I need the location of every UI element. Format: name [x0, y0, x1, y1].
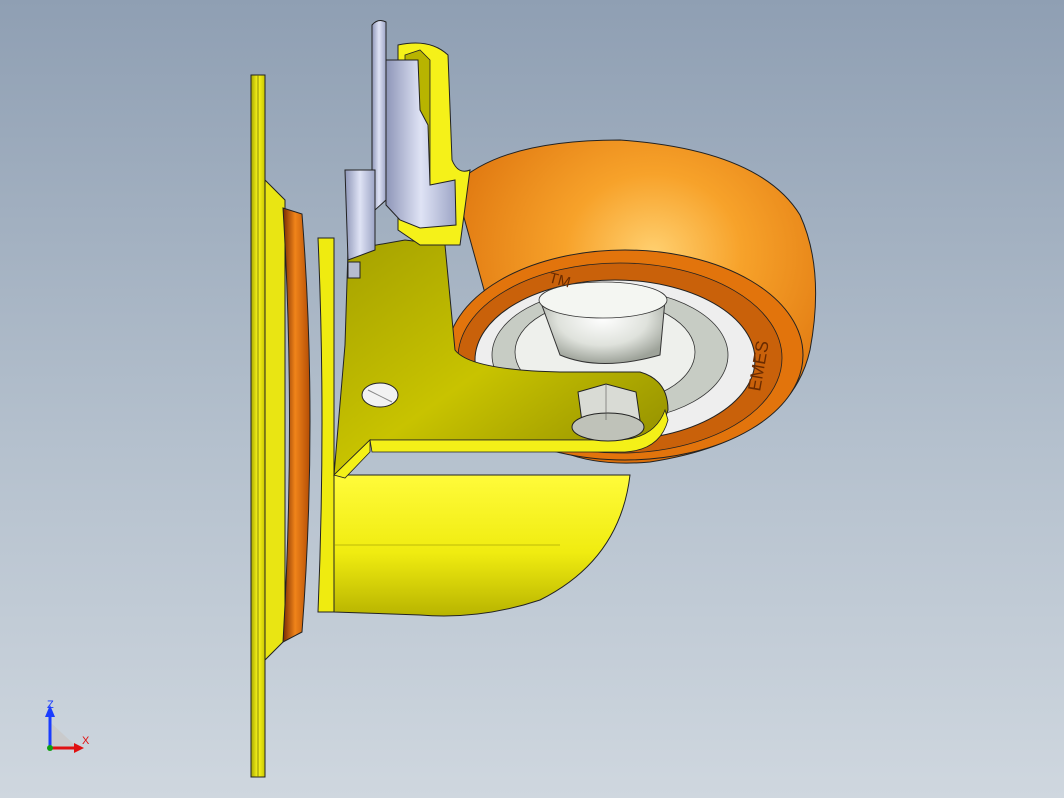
y-axis-dot [47, 745, 53, 751]
cad-viewport[interactable]: TM EMES Z X [0, 0, 1064, 798]
mounting-plate[interactable] [250, 74, 266, 778]
coordinate-triad [45, 705, 84, 753]
caster-housing[interactable] [333, 474, 631, 617]
axle-bolt[interactable] [571, 383, 645, 442]
x-axis-label: X [82, 735, 90, 747]
z-axis-label: Z [47, 699, 54, 711]
swivel-flange[interactable] [264, 178, 335, 662]
caster-model[interactable]: TM EMES [0, 0, 1064, 798]
